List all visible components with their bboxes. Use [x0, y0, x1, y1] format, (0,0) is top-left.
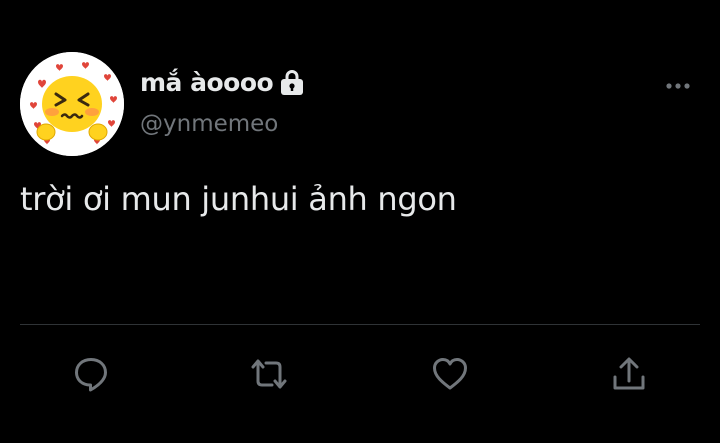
share-icon	[613, 357, 645, 390]
retweet-button[interactable]	[247, 352, 291, 396]
avatar[interactable]	[20, 52, 124, 156]
heart-icon	[433, 358, 467, 390]
avatar-emoji-image	[20, 52, 124, 156]
more-horizontal-icon	[666, 83, 690, 89]
display-name-row: mắ àoooo	[140, 64, 305, 100]
divider	[20, 324, 700, 325]
tweet-text: trời ơi mun junhui ảnh ngon	[20, 180, 457, 218]
user-handle[interactable]: @ynmemeo	[140, 111, 278, 137]
like-button[interactable]	[428, 352, 472, 396]
share-button[interactable]	[607, 352, 651, 396]
reply-icon	[75, 358, 107, 392]
more-options-button[interactable]	[658, 72, 698, 100]
display-name[interactable]: mắ àoooo	[140, 68, 274, 97]
reply-button[interactable]	[69, 352, 113, 396]
lock-icon	[281, 70, 304, 95]
retweet-icon	[251, 359, 287, 389]
tweet-card[interactable]: mắ àoooo @ynmemeo trời ơi mun junhui ảnh…	[0, 0, 720, 443]
